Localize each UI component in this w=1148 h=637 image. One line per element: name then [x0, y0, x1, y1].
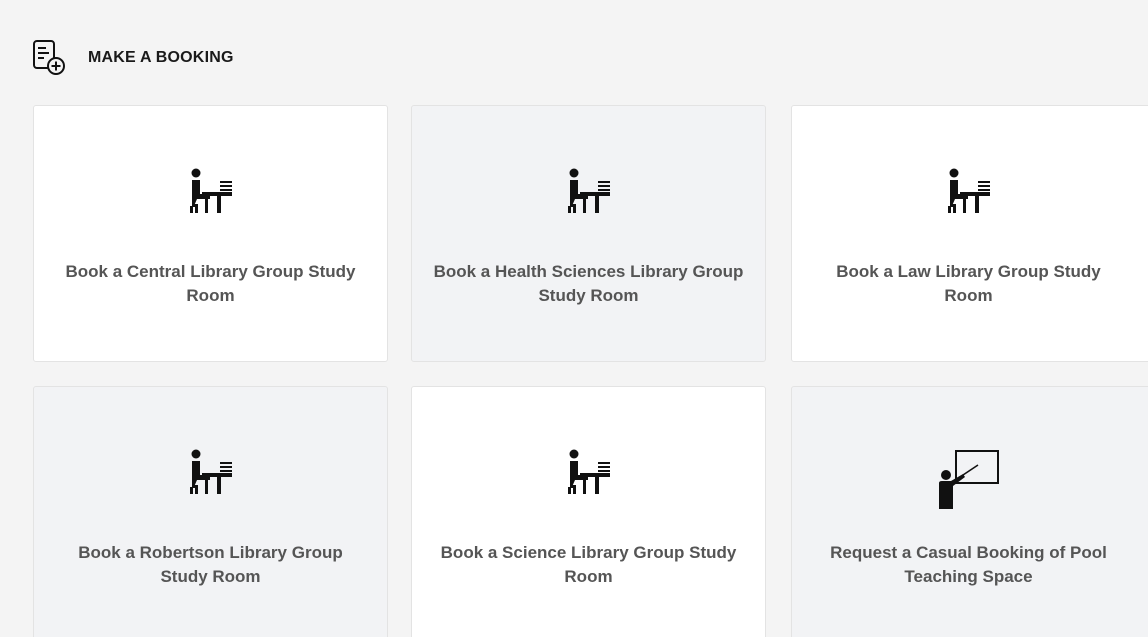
teacher-board-icon [792, 445, 1145, 515]
study-desk-icon [34, 164, 387, 234]
card-label: Book a Law Library Group Study Room [836, 262, 1101, 305]
card-health-sciences-library[interactable]: Book a Health Sciences Library Group Stu… [411, 105, 766, 362]
study-desk-icon [34, 445, 387, 515]
card-science-library[interactable]: Book a Science Library Group Study Room [411, 386, 766, 637]
card-label: Request a Casual Booking of Pool Teachin… [830, 543, 1107, 586]
page-title: MAKE A BOOKING [88, 49, 234, 66]
card-law-library[interactable]: Book a Law Library Group Study Room [791, 105, 1148, 362]
card-pool-teaching-space[interactable]: Request a Casual Booking of Pool Teachin… [791, 386, 1148, 637]
card-label: Book a Science Library Group Study Room [440, 543, 737, 586]
card-label: Book a Central Library Group Study Room [65, 262, 356, 305]
study-desk-icon [412, 164, 765, 234]
study-desk-icon [792, 164, 1145, 234]
card-label: Book a Health Sciences Library Group Stu… [433, 262, 744, 305]
booking-page: MAKE A BOOKING Book a Central Library Gr… [0, 0, 1148, 637]
card-robertson-library[interactable]: Book a Robertson Library Group Study Roo… [33, 386, 388, 637]
card-central-library[interactable]: Book a Central Library Group Study Room [33, 105, 388, 362]
card-label: Book a Robertson Library Group Study Roo… [78, 543, 343, 586]
booking-add-icon [32, 39, 66, 77]
section-header: MAKE A BOOKING [32, 38, 234, 78]
study-desk-icon [412, 445, 765, 515]
